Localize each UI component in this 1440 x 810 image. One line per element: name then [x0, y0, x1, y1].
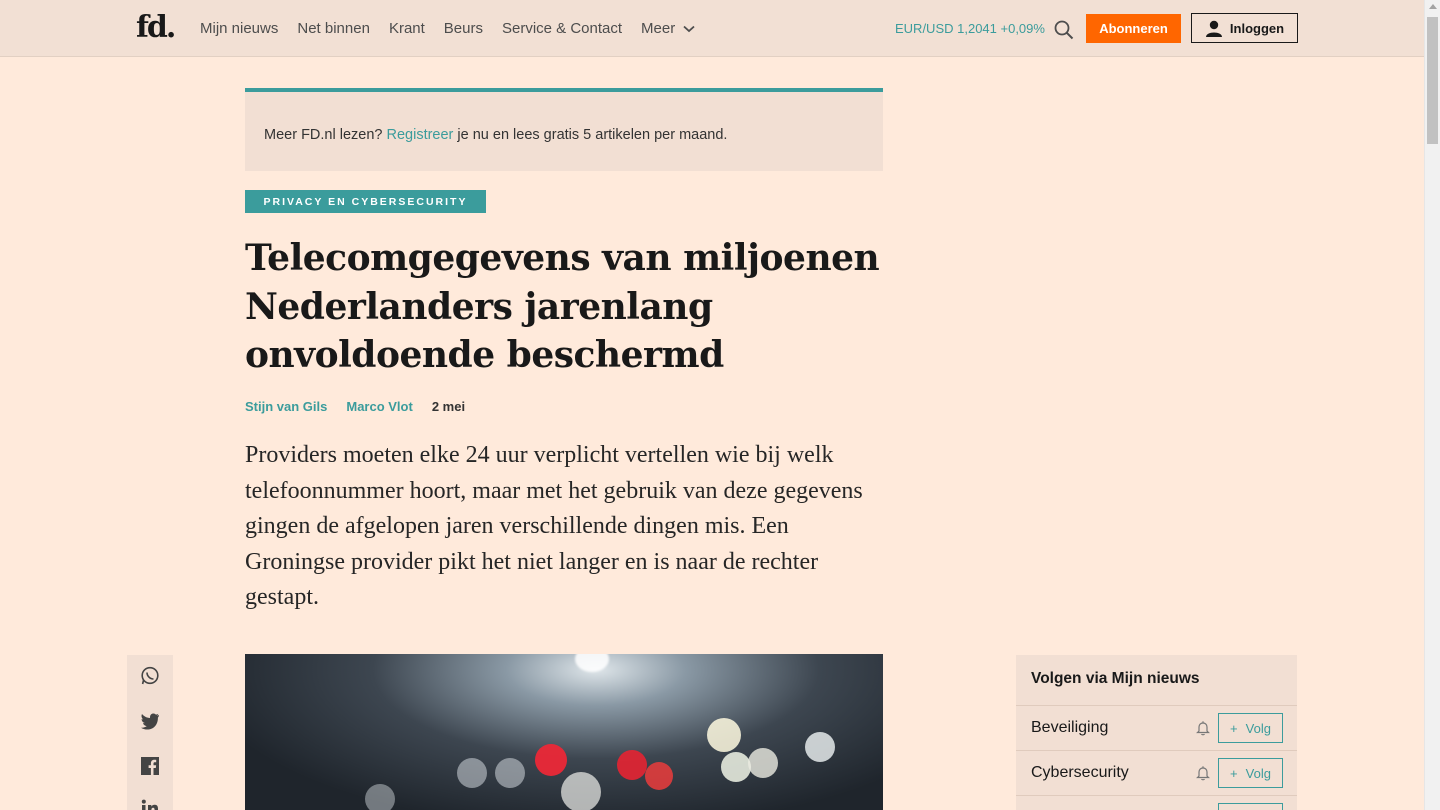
- bokeh-light: [617, 750, 647, 780]
- bokeh-light: [457, 758, 487, 788]
- bokeh-light: [365, 784, 395, 810]
- bokeh-light: [707, 718, 741, 752]
- bokeh-light: [561, 772, 601, 810]
- follow-topic-label: Beveiliging: [1031, 719, 1109, 736]
- follow-row-cybersecurity: Cybersecurity + Volg: [1016, 750, 1297, 796]
- banner-text: Meer FD.nl lezen? Registreer je nu en le…: [264, 127, 727, 143]
- facebook-icon[interactable]: [140, 756, 160, 776]
- bokeh-light: [748, 748, 778, 778]
- bell-icon[interactable]: [1195, 720, 1211, 736]
- follow-row-beveiliging: Beveiliging + Volg: [1016, 705, 1297, 751]
- author-link[interactable]: Marco Vlot: [346, 399, 412, 414]
- bokeh-light: [805, 732, 835, 762]
- bokeh-light: [645, 762, 673, 790]
- bokeh-light: [495, 758, 525, 788]
- search-icon[interactable]: [1053, 19, 1075, 41]
- bell-icon[interactable]: [1195, 765, 1211, 781]
- bokeh-light: [721, 752, 751, 782]
- article-intro: Providers moeten elke 24 uur verplicht v…: [245, 442, 863, 610]
- nav-mijn-nieuws[interactable]: Mijn nieuws: [200, 20, 278, 37]
- share-rail: [127, 655, 173, 810]
- register-banner: Meer FD.nl lezen? Registreer je nu en le…: [245, 88, 883, 171]
- subscribe-button[interactable]: Abonneren: [1086, 14, 1181, 43]
- nav-beurs[interactable]: Beurs: [444, 20, 483, 37]
- follow-row-next: [1016, 795, 1297, 810]
- author-link[interactable]: Stijn van Gils: [245, 399, 327, 414]
- nav-service-contact[interactable]: Service & Contact: [502, 20, 622, 37]
- nav-krant[interactable]: Krant: [389, 20, 425, 37]
- whatsapp-icon[interactable]: [140, 666, 160, 686]
- twitter-icon[interactable]: [140, 711, 160, 731]
- scroll-up-icon[interactable]: [1429, 4, 1437, 9]
- login-button[interactable]: Inloggen: [1191, 13, 1298, 43]
- bokeh-light: [575, 654, 609, 672]
- plus-icon: +: [1230, 720, 1238, 736]
- site-header: fd. Mijn nieuws Net binnen Krant Beurs S…: [0, 0, 1424, 57]
- nav-net-binnen[interactable]: Net binnen: [297, 20, 370, 37]
- plus-icon: +: [1230, 765, 1238, 781]
- user-icon: [1205, 20, 1222, 37]
- bokeh-light: [535, 744, 567, 776]
- article-hero-image: [245, 654, 883, 810]
- follow-button-label: Volg: [1245, 720, 1271, 736]
- fd-logo[interactable]: fd.: [136, 10, 176, 45]
- follow-topic-label: Cybersecurity: [1031, 764, 1129, 781]
- register-link[interactable]: Registreer: [387, 127, 454, 143]
- chevron-down-icon: [683, 25, 695, 32]
- login-label: Inloggen: [1229, 20, 1285, 36]
- follow-button-label: Volg: [1245, 765, 1271, 781]
- category-tag[interactable]: PRIVACY EN CYBERSECURITY: [245, 190, 486, 213]
- follow-panel: Volgen via Mijn nieuws Beveiliging + Vol…: [1016, 655, 1297, 810]
- nav-meer-label: Meer: [641, 20, 676, 37]
- main-nav: Mijn nieuws Net binnen Krant Beurs Servi…: [200, 0, 714, 57]
- follow-button[interactable]: [1218, 803, 1283, 810]
- nav-meer[interactable]: Meer: [641, 20, 695, 37]
- follow-panel-title: Volgen via Mijn nieuws: [1031, 670, 1200, 687]
- banner-suffix: je nu en lees gratis 5 artikelen per maa…: [453, 127, 728, 143]
- byline: Stijn van Gils Marco Vlot 2 mei: [245, 399, 465, 414]
- article-title: Telecomgegevens van miljoenen Nederlande…: [245, 237, 880, 376]
- currency-ticker[interactable]: EUR/USD 1,2041 +0,09%: [895, 21, 1045, 36]
- linkedin-icon[interactable]: [140, 798, 160, 810]
- publish-date: 2 mei: [431, 399, 466, 414]
- follow-button[interactable]: + Volg: [1218, 713, 1283, 743]
- scroll-thumb[interactable]: [1427, 17, 1438, 144]
- follow-button[interactable]: + Volg: [1218, 758, 1283, 788]
- page-scrollbar[interactable]: [1424, 0, 1440, 810]
- banner-prefix: Meer FD.nl lezen?: [264, 127, 387, 143]
